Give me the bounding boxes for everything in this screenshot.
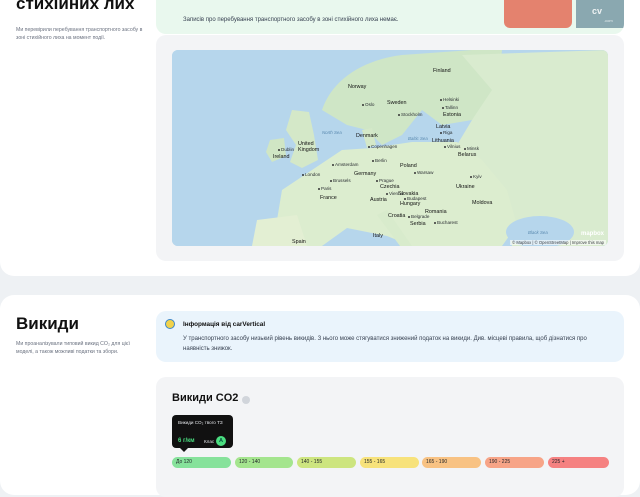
map-city-bucharest: Bucharest — [434, 220, 458, 225]
no-disaster-records-notice: Записів про перебування транспортного за… — [156, 0, 624, 34]
co2-scale-segment: 120 - 140 — [235, 457, 293, 468]
map-label-poland: Poland — [400, 163, 417, 169]
co2-scale-segment: 165 - 190 — [422, 457, 481, 468]
map-label-moldova: Moldova — [472, 200, 493, 206]
map-city-minsk: Minsk — [464, 146, 479, 151]
info-icon — [165, 319, 175, 329]
emission-class-badge: A — [216, 436, 226, 446]
report-thumbnail — [504, 0, 572, 28]
report-thumbnail-logo: cv .com — [576, 0, 624, 28]
map-label-ukraine: Ukraine — [456, 184, 475, 190]
tooltip-class-label: Клас — [204, 439, 215, 444]
co2-scale-segment: 140 - 155 — [297, 457, 356, 468]
info-box-body: У транспортного засобу низький рівень ви… — [183, 336, 587, 353]
tooltip-label: Викиди CO₂ твого ТЗ — [178, 420, 223, 425]
map-city-vienna: Vienna — [386, 191, 403, 196]
map-city-helsinki: Helsinki — [440, 97, 459, 102]
map-city-kyiv: Kyiv — [470, 174, 482, 179]
map-label-sweden: Sweden — [387, 100, 407, 106]
carvertical-info-box: Інформація від carVertical У транспортно… — [156, 311, 624, 362]
map-city-amsterdam: Amsterdam — [332, 162, 359, 167]
co2-title: Викиди CO2 — [172, 392, 239, 404]
map-label-hungary: Hungary — [400, 201, 421, 207]
notice-text: Записів про перебування транспортного за… — [183, 17, 399, 23]
map-label-serbia: Serbia — [410, 221, 426, 227]
disaster-map-container: Finland Norway Sweden Estonia Latvia Lit… — [156, 35, 624, 261]
cv-logo: cv — [592, 6, 603, 16]
emissions-section-title: Викиди — [16, 314, 79, 333]
map-city-london: London — [302, 172, 320, 177]
map-label-ireland: Ireland — [273, 154, 290, 160]
map-label-estonia: Estonia — [443, 112, 461, 118]
map-label-czechia: Czechia — [380, 184, 400, 190]
cv-logo-domain: .com — [604, 18, 613, 23]
map-attribution[interactable]: © Mapbox | © OpenStreetMap | Improve thi… — [510, 240, 606, 245]
map-city-dublin: Dublin — [278, 147, 294, 152]
co2-scale-segment: 225 + — [548, 457, 609, 468]
map-city-budapest: Budapest — [404, 196, 426, 201]
map-label-germany: Germany — [354, 171, 377, 177]
map-label-uk: United Kingdom — [298, 141, 320, 153]
co2-scale-segment: До 120 — [172, 457, 231, 468]
map-label-austria: Austria — [370, 197, 387, 203]
map-sea-north: North Sea — [322, 130, 342, 135]
co2-scale: До 120 120 - 140 140 - 155 155 - 165 165… — [172, 457, 609, 468]
map-label-france: France — [320, 195, 337, 201]
map-label-croatia: Croatia — [388, 213, 406, 219]
map-label-finland: Finland — [433, 68, 451, 74]
natural-disasters-card: Записів про перебування транспортного за… — [0, 0, 640, 276]
map-sea-baltic: Baltic Sea — [408, 136, 428, 141]
map-label-norway: Norway — [348, 84, 367, 90]
map-city-oslo: Oslo — [362, 102, 374, 107]
map-city-stockholm: Stockholm — [398, 112, 422, 117]
map-label-denmark: Denmark — [356, 133, 378, 139]
co2-value-tooltip: Викиди CO₂ твого ТЗ 6 г/км Клас A — [172, 415, 233, 452]
co2-emissions-panel: Викиди CO2 Викиди CO₂ твого ТЗ 6 г/км Кл… — [156, 377, 624, 497]
map-city-copenhagen: Copenhagen — [368, 144, 397, 149]
disasters-section-title: стихійних лих — [16, 0, 135, 13]
map-label-spain: Spain — [292, 239, 306, 245]
disasters-section-description: Ми перевірили перебування транспортного … — [16, 27, 143, 42]
co2-scale-segment: 155 - 165 — [360, 457, 419, 468]
map-city-tallinn: Tallinn — [442, 105, 458, 110]
tooltip-value: 6 г/км — [178, 438, 195, 444]
co2-scale-segment: 190 - 225 — [485, 457, 544, 468]
map-city-warsaw: Warsaw — [414, 170, 433, 175]
info-box-title: Інформація від carVertical — [183, 321, 266, 328]
map-city-belgrade: Belgrade — [408, 214, 429, 219]
map-city-brussels: Brussels — [330, 178, 351, 183]
mapbox-logo[interactable]: mapbox — [581, 231, 604, 237]
map-label-belarus: Belarus — [458, 152, 477, 158]
map-label-italy: Italy — [373, 233, 383, 239]
map-city-vilnius: Vilnius — [444, 144, 460, 149]
help-icon[interactable] — [242, 396, 250, 404]
map-city-prague: Prague — [376, 178, 394, 183]
map-city-berlin: Berlin — [372, 158, 387, 163]
map-sea-black: Black Sea — [528, 230, 548, 235]
emissions-section-description: Ми проаналізували типовий викид CO₂ для … — [16, 341, 130, 356]
europe-map[interactable]: Finland Norway Sweden Estonia Latvia Lit… — [172, 50, 608, 246]
map-city-riga: Riga — [440, 130, 452, 135]
map-city-paris: Paris — [318, 186, 331, 191]
emissions-card: Викиди Ми проаналізували типовий викид C… — [0, 295, 640, 497]
